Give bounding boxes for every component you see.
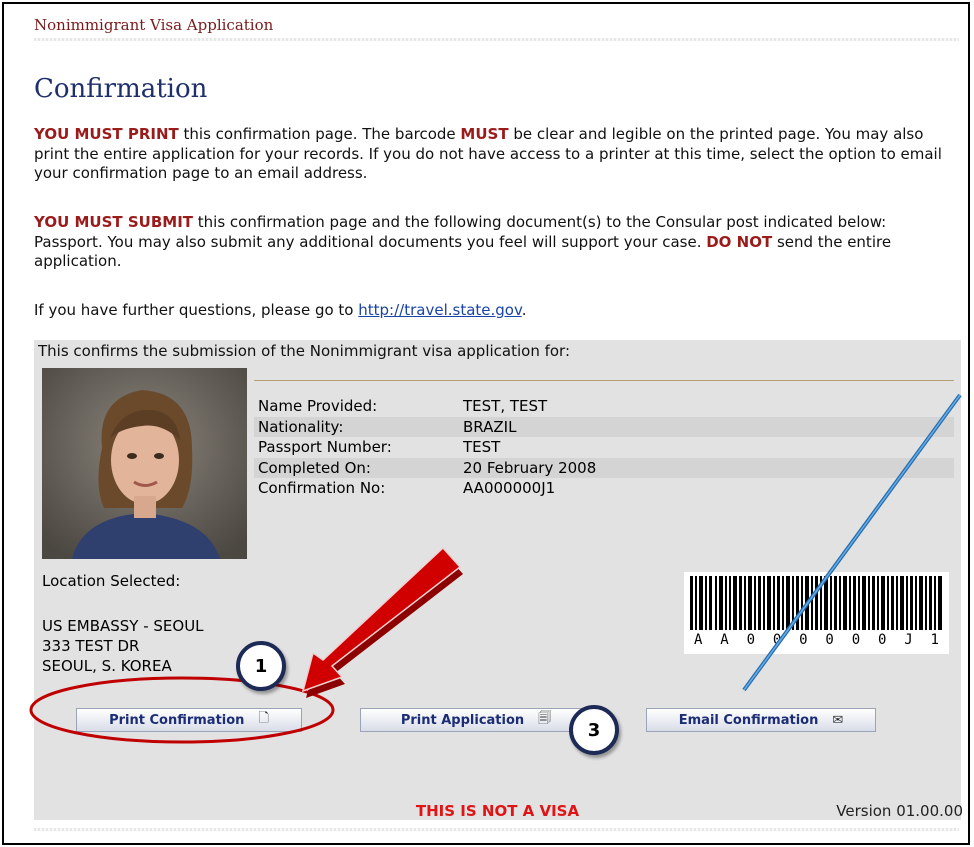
name-value: TEST, TEST [463,397,548,416]
detail-row-passport: Passport Number: TEST [254,437,954,458]
barcode-char: 0 [772,632,782,648]
print-application-button[interactable]: Print Application 🗐 [360,708,592,732]
app-title: Nonimmigrant Visa Application [34,16,274,34]
print-application-label: Print Application [400,712,525,728]
barcode-char: 0 [851,632,861,648]
barcode-char: 1 [930,632,939,648]
print-confirmation-label: Print Confirmation [109,712,245,728]
location-line-3: SEOUL, S. KOREA [42,657,172,675]
location-line-1: US EMBASSY - SEOUL [42,617,204,635]
confirmation-no-label: Confirmation No: [258,479,386,498]
barcode-char: 0 [825,632,834,648]
confirmation-barcode: A A 0 0 0 0 0 0 J 1 [684,572,949,654]
nationality-label: Nationality: [258,417,344,436]
detail-row-completed: Completed On: 20 February 2008 [254,457,954,478]
barcode-char: 0 [799,632,808,648]
questions-text-1: If you have further questions, please go… [34,301,359,319]
print-confirmation-button[interactable]: Print Confirmation 🗋 [76,708,302,732]
applicant-details: Name Provided: TEST, TEST Nationality: B… [254,396,954,499]
barcode-char: 0 [877,632,887,648]
not-a-visa-notice: THIS IS NOT A VISA [415,802,580,820]
confirmation-no-value: AA000000J1 [463,479,556,498]
submit-instruction: YOU MUST SUBMIT this confirmation page a… [34,213,949,272]
documents-icon: 🗐 [538,711,552,726]
email-confirmation-button[interactable]: Email Confirmation ✉ [646,708,876,732]
barcode-bars [690,576,942,630]
barcode-char: J [904,632,913,648]
must-submit-text: YOU MUST SUBMIT [34,213,194,231]
page-title: Confirmation [34,74,208,104]
print-instruction: YOU MUST PRINT this confirmation page. T… [34,125,949,184]
completed-label: Completed On: [258,458,371,477]
barcode-text: A A 0 0 0 0 0 0 J 1 [688,632,945,648]
completed-value: 20 February 2008 [463,458,597,477]
confirmation-heading: This confirms the submission of the Noni… [38,342,571,360]
step-badge-3: 3 [569,705,619,755]
info-divider [254,380,954,381]
must-text: MUST [460,125,509,143]
must-print-text: YOU MUST PRINT [34,125,179,143]
passport-value: TEST [463,438,501,457]
print-instruction-text-1: this confirmation page. The barcode [178,125,461,143]
questions-instruction: If you have further questions, please go… [34,301,949,321]
name-label: Name Provided: [258,397,378,416]
step-badge-1: 1 [236,641,286,691]
nationality-value: BRAZIL [463,417,517,436]
location-label: Location Selected: [42,572,181,590]
location-line-2: 333 TEST DR [42,637,140,655]
footer-divider [34,828,959,831]
barcode-char: A [720,632,729,648]
passport-label: Passport Number: [258,438,392,457]
email-confirmation-label: Email Confirmation [678,712,819,728]
applicant-photo [42,368,247,559]
travel-state-gov-link[interactable]: http://travel.state.gov [358,301,521,319]
barcode-char: 0 [746,632,755,648]
do-not-text: DO NOT [706,232,773,251]
barcode-char: A [694,632,703,648]
questions-text-2: . [521,301,527,319]
detail-row-name: Name Provided: TEST, TEST [254,396,954,417]
detail-row-nationality: Nationality: BRAZIL [254,416,954,437]
version-label: Version 01.00.00 [836,802,963,820]
header-divider [34,38,959,41]
detail-row-confirmation: Confirmation No: AA000000J1 [254,478,954,499]
document-icon: 🗋 [258,711,269,726]
envelope-icon: ✉ [832,712,844,728]
confirmation-panel: This confirms the submission of the Noni… [34,340,963,820]
